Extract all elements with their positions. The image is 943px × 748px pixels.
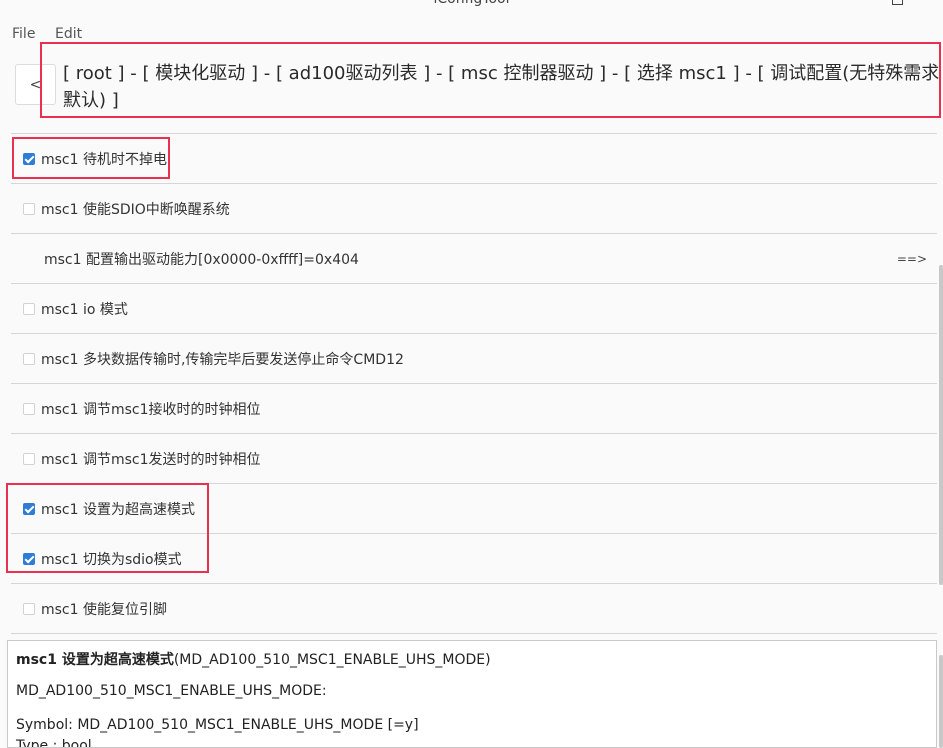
- checkbox[interactable]: [23, 352, 35, 365]
- list-scrollbar[interactable]: [939, 265, 943, 585]
- option-row[interactable]: msc1 待机时不掉电: [11, 133, 937, 183]
- detail-option-name: msc1 设置为超高速模式: [16, 652, 174, 668]
- option-label: msc1 切换为sdio模式: [41, 551, 182, 568]
- option-label: msc1 设置为超高速模式: [41, 501, 195, 518]
- detail-title: msc1 设置为超高速模式(MD_AD100_510_MSC1_ENABLE_U…: [16, 649, 491, 669]
- detail-symbol-header: MD_AD100_510_MSC1_ENABLE_UHS_MODE:: [16, 683, 327, 699]
- option-label: msc1 待机时不掉电: [41, 151, 167, 168]
- menu-file[interactable]: File: [12, 26, 35, 42]
- menu-edit[interactable]: Edit: [55, 26, 82, 42]
- option-row[interactable]: msc1 多块数据传输时,传输完毕后要发送停止命令CMD12: [11, 333, 937, 383]
- checkbox[interactable]: [23, 402, 35, 415]
- title-bar: iConfigTool: [0, 0, 943, 14]
- breadcrumb-line-1: [ root ] - [ 模块化驱动 ] - [ ad100驱动列表 ] - […: [63, 63, 939, 84]
- checkbox[interactable]: [23, 602, 35, 615]
- option-row[interactable]: msc1 使能复位引脚: [11, 583, 937, 634]
- option-row[interactable]: msc1 切换为sdio模式: [11, 533, 937, 583]
- checkbox[interactable]: [23, 452, 35, 465]
- checkbox[interactable]: [23, 202, 35, 215]
- window-title: iConfigTool: [0, 0, 943, 7]
- option-row[interactable]: msc1 配置输出驱动能力[0x0000-0xffff]=0x404 ==>: [11, 233, 937, 283]
- option-row[interactable]: msc1 io 模式: [11, 283, 937, 333]
- option-label: msc1 配置输出驱动能力[0x0000-0xffff]=0x404: [44, 251, 359, 268]
- option-row[interactable]: msc1 调节msc1接收时的时钟相位: [11, 383, 937, 433]
- checkbox[interactable]: [23, 502, 35, 515]
- option-row[interactable]: msc1 使能SDIO中断唤醒系统: [11, 183, 937, 233]
- maximize-icon[interactable]: [892, 0, 903, 5]
- option-list: msc1 待机时不掉电 msc1 使能SDIO中断唤醒系统 msc1 配置输出驱…: [11, 133, 937, 634]
- option-label: msc1 多块数据传输时,传输完毕后要发送停止命令CMD12: [41, 351, 404, 368]
- option-label: msc1 使能SDIO中断唤醒系统: [41, 201, 230, 218]
- option-label: msc1 使能复位引脚: [41, 601, 167, 618]
- option-label: msc1 调节msc1发送时的时钟相位: [41, 451, 261, 468]
- back-button[interactable]: <: [15, 64, 56, 105]
- checkbox[interactable]: [23, 152, 35, 165]
- checkbox[interactable]: [23, 552, 35, 565]
- detail-type-line: Type : bool: [16, 738, 92, 748]
- detail-symbol-line: Symbol: MD_AD100_510_MSC1_ENABLE_UHS_MOD…: [16, 717, 419, 733]
- detail-symbol-paren: (MD_AD100_510_MSC1_ENABLE_UHS_MODE): [173, 652, 491, 668]
- option-label: msc1 调节msc1接收时的时钟相位: [41, 401, 261, 418]
- option-label: msc1 io 模式: [41, 301, 128, 318]
- arrow-icon[interactable]: ==>: [897, 252, 927, 266]
- option-row[interactable]: msc1 设置为超高速模式: [11, 483, 937, 533]
- checkbox[interactable]: [23, 302, 35, 315]
- breadcrumb: [ root ] - [ 模块化驱动 ] - [ ad100驱动列表 ] - […: [63, 60, 939, 114]
- breadcrumb-line-2: 默认) ]: [63, 90, 119, 111]
- detail-scrollbar[interactable]: [939, 655, 943, 748]
- detail-pane: msc1 设置为超高速模式(MD_AD100_510_MSC1_ENABLE_U…: [7, 640, 937, 748]
- option-row[interactable]: msc1 调节msc1发送时的时钟相位: [11, 433, 937, 483]
